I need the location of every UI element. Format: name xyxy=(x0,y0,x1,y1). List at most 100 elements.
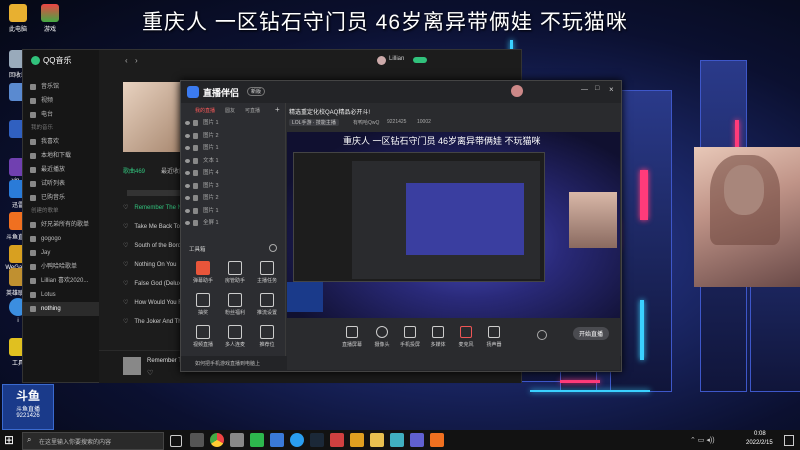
eye-icon[interactable] xyxy=(185,221,190,225)
add-scene-icon[interactable]: + xyxy=(275,105,280,114)
douyu-taskbar-icon[interactable] xyxy=(430,433,444,447)
folder-icon[interactable] xyxy=(370,433,384,447)
scene-item[interactable]: 图片 4 xyxy=(181,167,285,180)
desktop-icon-0[interactable]: 此电脑 xyxy=(0,4,36,33)
app-icon-2[interactable] xyxy=(230,433,244,447)
tool-button[interactable]: 抽奖 xyxy=(189,293,217,316)
sidebar-item[interactable]: 本地和下载 xyxy=(23,149,99,163)
streamer-avatar[interactable] xyxy=(511,85,523,97)
sidebar-item[interactable]: gogogo xyxy=(23,232,99,246)
tab-available[interactable]: 可直播 xyxy=(245,107,260,114)
tool-button[interactable]: 粉丝福利 xyxy=(221,293,249,316)
song-row[interactable]: ♡ Take Me Back To... xyxy=(123,221,185,233)
app-icon-5[interactable] xyxy=(350,433,364,447)
heart-icon[interactable]: ♡ xyxy=(123,281,128,287)
app-icon-4[interactable] xyxy=(330,433,344,447)
heart-icon[interactable]: ♡ xyxy=(123,262,128,268)
eye-icon[interactable] xyxy=(185,158,190,163)
sidebar-item[interactable]: Lillian 喜欢2020... xyxy=(23,274,99,288)
song-row[interactable]: ♡ False God (Deluxe) xyxy=(123,278,186,290)
avatar[interactable] xyxy=(377,56,386,65)
tool-button[interactable]: 房管助手 xyxy=(221,261,249,284)
taskbar-search[interactable]: ⌕ 在这里输入你要搜索的内容 xyxy=(22,432,164,450)
tools-more-icon[interactable] xyxy=(269,244,277,252)
desktop-icon-top[interactable]: 游戏 xyxy=(32,4,68,33)
lock-icon[interactable] xyxy=(193,145,198,151)
btn-speaker[interactable]: 扬声器 xyxy=(479,326,509,348)
app-icon-6[interactable] xyxy=(390,433,404,447)
lock-icon[interactable] xyxy=(193,182,198,189)
sidebar-item[interactable]: 视频 xyxy=(23,94,99,108)
chrome-icon[interactable] xyxy=(210,433,224,447)
start-icon[interactable]: ⊞ xyxy=(4,433,18,447)
tool-button[interactable]: 主播任务 xyxy=(253,261,281,284)
heart-icon[interactable]: ♡ xyxy=(123,319,128,325)
eye-icon[interactable] xyxy=(185,208,190,213)
btn-media[interactable]: 多媒体 xyxy=(423,326,453,348)
btn-screen[interactable]: 直播屏幕 xyxy=(337,326,367,348)
forward-icon[interactable]: › xyxy=(135,56,138,65)
tool-button[interactable]: 多人连麦 xyxy=(221,325,249,348)
user-name[interactable]: Lillian xyxy=(389,56,404,62)
sidebar-item[interactable]: Lotus xyxy=(23,288,99,302)
tool-button[interactable]: 视频直播 xyxy=(189,325,217,348)
eye-icon[interactable] xyxy=(185,146,190,150)
sidebar-item[interactable]: 电台 xyxy=(23,108,99,122)
heart-icon[interactable]: ♡ xyxy=(123,205,128,211)
eye-icon[interactable] xyxy=(185,133,190,138)
settings-icon[interactable] xyxy=(537,330,547,340)
sidebar-item[interactable]: 试听列表 xyxy=(23,177,99,191)
scene-item[interactable]: 图片 2 xyxy=(181,130,285,143)
tray-icons[interactable]: ⌃ ▭ ◂)) xyxy=(690,436,715,444)
app-icon-7[interactable] xyxy=(410,433,424,447)
scene-item[interactable]: 图片 3 xyxy=(181,180,285,193)
scene-item[interactable]: 图片 1 xyxy=(181,205,285,218)
sidebar-item[interactable]: Jay xyxy=(23,246,99,260)
status-hint[interactable]: 如何把手机游戏直播到电脑上 xyxy=(195,360,260,367)
task-view-icon[interactable] xyxy=(170,435,182,447)
sidebar-item[interactable]: 小鸭哈哈歌单 xyxy=(23,260,99,274)
heart-icon[interactable]: ♡ xyxy=(147,369,153,377)
heart-icon[interactable]: ♡ xyxy=(123,224,128,230)
lock-icon[interactable] xyxy=(193,207,198,214)
app-icon-1[interactable] xyxy=(190,433,204,447)
maximize-icon[interactable]: □ xyxy=(595,85,599,92)
stream-title[interactable]: 精选重定化校QAQ精品必开斗! xyxy=(289,107,370,116)
notification-icon[interactable] xyxy=(784,435,794,446)
btn-mic[interactable]: 麦克风 xyxy=(451,326,481,348)
eye-icon[interactable] xyxy=(185,183,190,188)
lock-icon[interactable] xyxy=(193,120,198,126)
steam-icon[interactable] xyxy=(310,433,324,447)
app-icon-3[interactable] xyxy=(270,433,284,447)
qq-tab-songs[interactable]: 歌曲469 xyxy=(123,166,145,175)
wechat-icon[interactable] xyxy=(250,433,264,447)
eye-icon[interactable] xyxy=(185,196,190,200)
clock-time[interactable]: 0:08 xyxy=(754,431,766,437)
heart-icon[interactable]: ♡ xyxy=(123,243,128,249)
song-row[interactable]: ♡ South of the Border xyxy=(123,240,186,252)
lock-icon[interactable] xyxy=(193,132,198,139)
lock-icon[interactable] xyxy=(193,220,198,226)
scene-item[interactable]: 文本 1 xyxy=(181,155,285,168)
scene-item[interactable]: 全屏 1 xyxy=(181,217,285,230)
streamer-version-badge[interactable]: 新版 xyxy=(247,87,266,96)
sidebar-item[interactable]: 音乐馆 xyxy=(23,80,99,94)
sidebar-item[interactable]: 已购音乐 xyxy=(23,191,99,205)
sidebar-item[interactable]: 好兄弟所有的歌单 xyxy=(23,218,99,232)
scene-item[interactable]: 图片 2 xyxy=(181,192,285,205)
start-live-button[interactable]: 开始直播 xyxy=(573,327,610,340)
lock-icon[interactable] xyxy=(193,170,198,176)
minimize-icon[interactable]: — xyxy=(581,86,588,93)
song-row[interactable]: ♡ Nothing On You xyxy=(123,259,176,271)
scene-item[interactable]: 图片 1 xyxy=(181,142,285,155)
lock-icon[interactable] xyxy=(193,195,198,201)
qq-icon[interactable] xyxy=(290,433,304,447)
sidebar-item[interactable]: nothing xyxy=(23,302,99,316)
eye-icon[interactable] xyxy=(185,171,190,175)
tool-button[interactable]: 推荐位 xyxy=(253,325,281,348)
sidebar-item[interactable]: 最近播放 xyxy=(23,163,99,177)
sidebar-item[interactable]: 我喜欢 xyxy=(23,135,99,149)
heart-icon[interactable]: ♡ xyxy=(123,300,128,306)
btn-camera[interactable]: 摄像头 xyxy=(367,326,397,348)
clock-date[interactable]: 2022/2/15 xyxy=(746,440,773,446)
